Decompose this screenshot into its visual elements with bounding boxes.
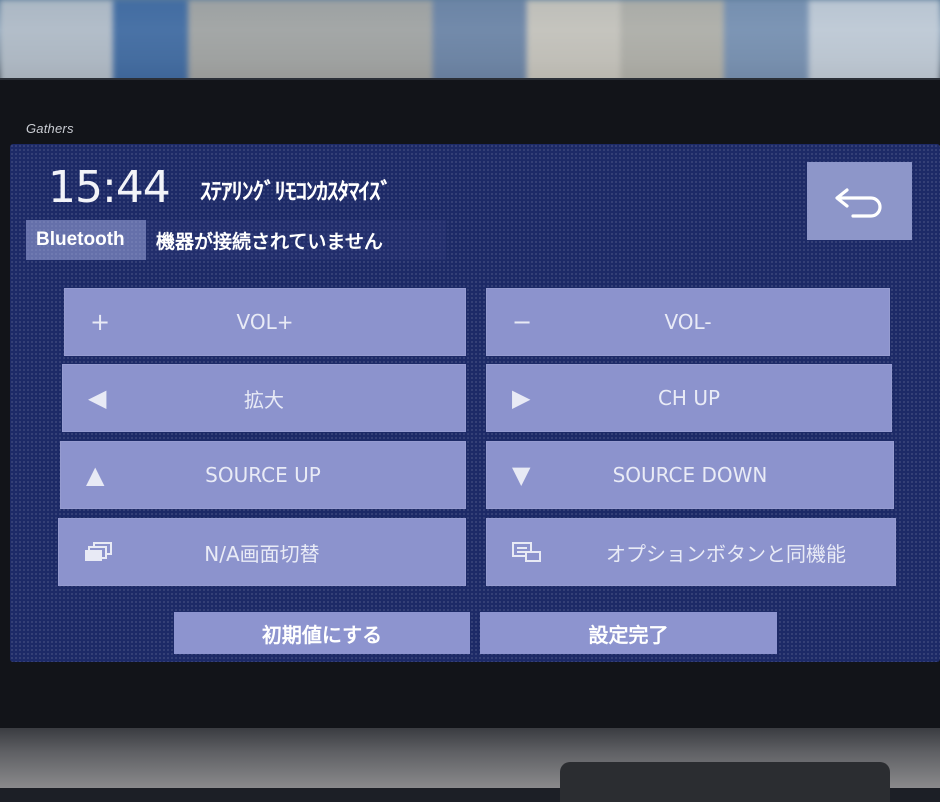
down-triangle-icon: ▼ bbox=[512, 461, 531, 489]
page-title: ｽﾃｱﾘﾝｸﾞﾘﾓｺﾝｶｽﾀﾏｲｽﾞ bbox=[200, 179, 392, 205]
connection-message: 機器が接続されていません bbox=[156, 230, 383, 253]
reset-defaults-button[interactable]: 初期値にする bbox=[174, 612, 470, 654]
hardware-knob-housing bbox=[560, 762, 890, 802]
left-triangle-icon: ◀ bbox=[88, 384, 107, 412]
vol-plus-button[interactable]: + VOL+ bbox=[64, 288, 466, 356]
connection-status-bar: Bluetooth 機器が接続されていません bbox=[26, 220, 446, 260]
vol-plus-label: VOL+ bbox=[236, 310, 294, 334]
screens-stack-icon bbox=[84, 518, 114, 586]
vol-minus-button[interactable]: − VOL- bbox=[486, 288, 890, 356]
minus-icon: − bbox=[512, 308, 533, 336]
up-triangle-icon: ▲ bbox=[86, 461, 105, 489]
windshield-view bbox=[0, 0, 940, 86]
source-up-button[interactable]: ▲ SOURCE UP bbox=[60, 441, 466, 509]
option-label: オプションボタンと同機能 bbox=[606, 541, 846, 566]
source-up-label: SOURCE UP bbox=[205, 463, 321, 487]
back-button[interactable] bbox=[807, 162, 912, 240]
clock: 15:44 bbox=[48, 162, 171, 213]
display-screen: 15:44 ｽﾃｱﾘﾝｸﾞﾘﾓｺﾝｶｽﾀﾏｲｽﾞ Bluetooth 機器が接続… bbox=[10, 144, 940, 662]
source-down-label: SOURCE DOWN bbox=[612, 463, 768, 487]
vol-minus-label: VOL- bbox=[664, 310, 712, 334]
na-screen-label: N/A画面切替 bbox=[204, 541, 320, 566]
finish-settings-button[interactable]: 設定完了 bbox=[480, 612, 777, 654]
ch-up-label: CH UP bbox=[657, 386, 721, 410]
return-arrow-icon bbox=[834, 188, 882, 218]
plus-icon: + bbox=[90, 308, 111, 336]
zoom-button[interactable]: ◀ 拡大 bbox=[62, 364, 466, 432]
brand-logo: Gathers bbox=[26, 121, 74, 136]
na-screen-switch-button[interactable]: N/A画面切替 bbox=[58, 518, 466, 586]
option-function-button[interactable]: オプションボタンと同機能 bbox=[486, 518, 896, 586]
bluetooth-tag: Bluetooth bbox=[36, 229, 125, 250]
zoom-label: 拡大 bbox=[244, 387, 284, 412]
source-down-button[interactable]: ▼ SOURCE DOWN bbox=[486, 441, 894, 509]
right-triangle-icon: ▶ bbox=[512, 384, 531, 412]
ch-up-button[interactable]: ▶ CH UP bbox=[486, 364, 892, 432]
option-screen-icon bbox=[512, 518, 542, 586]
